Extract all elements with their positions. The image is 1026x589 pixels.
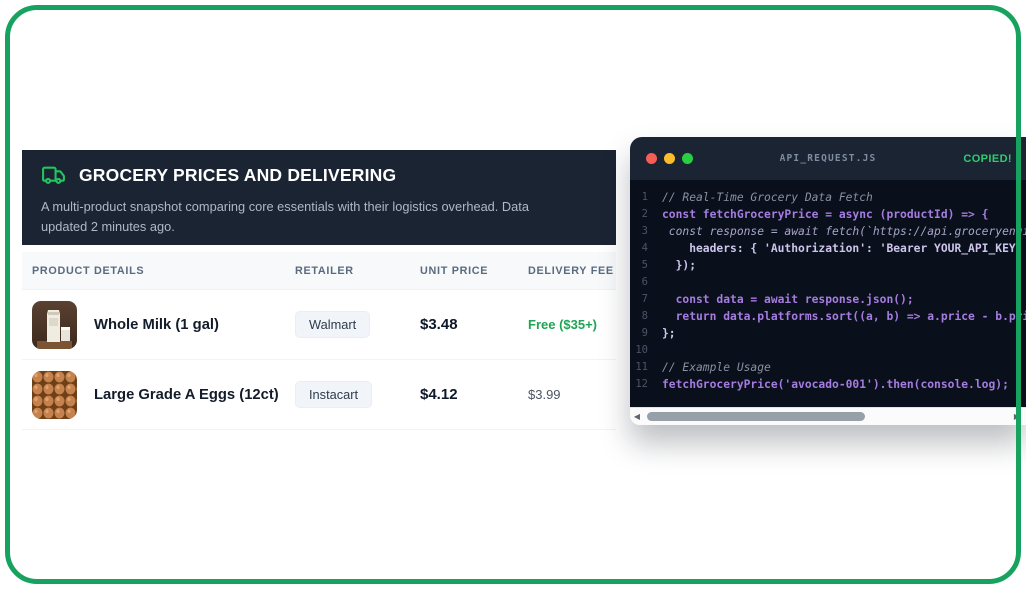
unit-price-value: $3.48 [420, 315, 458, 333]
unit-price-value: $4.12 [420, 385, 458, 403]
column-header-price: Unit Price [420, 264, 489, 277]
code-line: 9}; [630, 325, 1026, 342]
grocery-price-card: GROCERY PRICES AND DELIVERING A multi-pr… [22, 150, 616, 430]
line-number: 12 [635, 378, 648, 390]
scroll-left-arrow-icon[interactable]: ◀ [630, 408, 644, 425]
scrollbar-thumb[interactable] [647, 412, 865, 421]
code-text: }; [662, 327, 676, 340]
column-header-retailer: Retailer [295, 264, 354, 277]
zoom-window-button[interactable] [682, 153, 693, 164]
card-title: GROCERY PRICES AND DELIVERING [79, 165, 397, 185]
code-text: // Example Usage [662, 361, 771, 374]
product-name: Whole Milk (1 gal) [94, 316, 219, 333]
column-header-product: Product Details [32, 264, 145, 277]
truck-icon [41, 163, 66, 188]
line-number: 11 [635, 361, 648, 373]
line-number: 5 [641, 259, 648, 271]
code-line: 12 fetchGroceryPrice('avocado-001').then(… [630, 376, 1026, 393]
line-number: 2 [641, 208, 648, 220]
price-table: Product Details Retailer Unit Price Deli… [22, 252, 616, 430]
code-line: 5 }); [630, 257, 1026, 274]
scroll-right-arrow-icon[interactable]: ▶ [1010, 408, 1024, 425]
code-area: 1 // Real-Time Grocery Data Fetch 2 const f… [630, 180, 1026, 407]
code-text: return data.platforms.sort((a, b) => a.p… [662, 310, 1026, 323]
horizontal-scrollbar[interactable]: ◀ ▶ [630, 407, 1026, 425]
line-number: 3 [641, 225, 648, 237]
editor-titlebar: API_REQUEST.JS COPIED! [630, 137, 1026, 180]
code-line: 1 // Real-Time Grocery Data Fetch [630, 189, 1026, 206]
code-line: 3 const response = await fetch(`https://… [630, 223, 1026, 240]
line-number: 6 [641, 276, 648, 288]
line-number: 8 [641, 310, 648, 322]
code-text: headers: { 'Authorization': 'Bearer YOUR… [662, 242, 1026, 255]
retailer-badge: Instacart [295, 381, 373, 408]
table-body: Whole Milk (1 gal) Walmart $3.48 Free ($… [22, 290, 616, 430]
code-line: 2 const fetchGroceryPrice = async (produc… [630, 206, 1026, 223]
close-window-button[interactable] [646, 153, 657, 164]
line-number: 1 [641, 191, 648, 203]
milk-thumbnail [32, 300, 77, 349]
delivery-fee-value: Free ($35+) [528, 316, 598, 332]
code-line: 11 // Example Usage [630, 359, 1026, 376]
retailer-badge: Walmart [295, 311, 371, 338]
line-number: 9 [641, 327, 648, 339]
table-header-row: Product Details Retailer Unit Price Deli… [22, 252, 616, 290]
table-row: Large Grade A Eggs (12ct) Instacart $4.1… [22, 360, 616, 430]
code-line: 4 headers: { 'Authorization': 'Bearer YO… [630, 240, 1026, 257]
product-name: Large Grade A Eggs (12ct) [94, 386, 279, 403]
code-text: // Real-Time Grocery Data Fetch [662, 191, 873, 204]
code-text: const data = await response.json(); [662, 293, 914, 306]
card-header: GROCERY PRICES AND DELIVERING A multi-pr… [22, 150, 616, 245]
card-subtitle: A multi-product snapshot comparing core … [41, 199, 529, 235]
line-number: 4 [641, 242, 648, 254]
line-number: 7 [641, 293, 648, 305]
code-text: }); [662, 259, 697, 272]
copied-status-badge[interactable]: COPIED! [963, 153, 1012, 165]
eggs-thumbnail [32, 370, 77, 419]
code-line: 6 [630, 274, 1026, 291]
minimize-window-button[interactable] [664, 153, 675, 164]
code-editor-window: API_REQUEST.JS COPIED! 1 // Real-Time Gro… [630, 137, 1026, 425]
traffic-lights [646, 153, 693, 164]
column-header-fee: Delivery Fee [528, 264, 614, 277]
line-number: 10 [635, 344, 648, 356]
code-text: const fetchGroceryPrice = async (product… [662, 208, 989, 221]
table-row: Whole Milk (1 gal) Walmart $3.48 Free ($… [22, 290, 616, 360]
code-line: 7 const data = await response.json(); [630, 291, 1026, 308]
code-line: 8 return data.platforms.sort((a, b) => a… [630, 308, 1026, 325]
code-text: const response = await fetch(`https://ap… [668, 225, 1026, 238]
code-line: 10 [630, 342, 1026, 359]
code-text: fetchGroceryPrice('avocado-001').then(co… [662, 378, 1009, 391]
delivery-fee-value: $3.99 [528, 386, 561, 402]
